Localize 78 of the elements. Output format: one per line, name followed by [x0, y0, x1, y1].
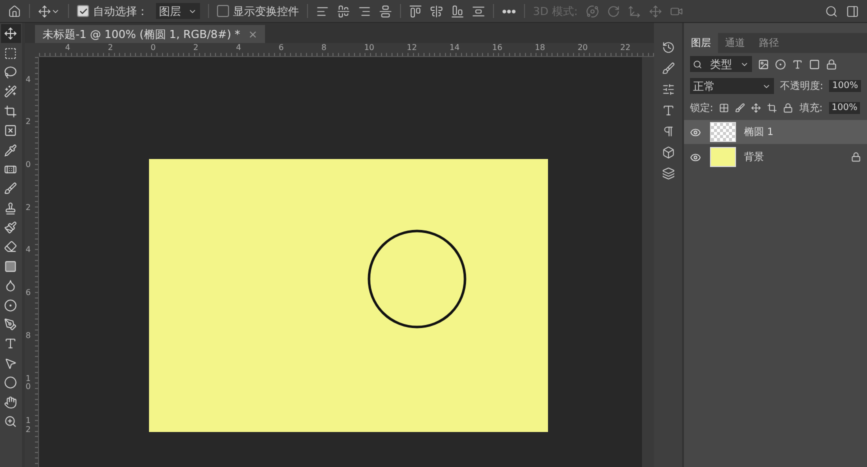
- panel-tab[interactable]: 图层: [684, 33, 718, 53]
- ruler-number: 4: [236, 44, 242, 52]
- eye-icon[interactable]: [690, 152, 702, 162]
- lock-label: 锁定:: [690, 102, 714, 115]
- type-filter-icon[interactable]: [792, 58, 803, 70]
- type-icon[interactable]: [662, 104, 675, 117]
- show-transform-checkbox[interactable]: 显示变换控件: [217, 4, 299, 18]
- target-dropdown[interactable]: 图层: [156, 3, 200, 19]
- shape-filter-icon[interactable]: [808, 58, 820, 70]
- ruler-number: 10: [26, 374, 31, 392]
- auto-select-checkbox[interactable]: 自动选择：: [77, 4, 148, 18]
- align-icon[interactable]: [316, 4, 329, 18]
- ruler-number: 4: [26, 76, 31, 84]
- align-icon[interactable]: [358, 4, 371, 18]
- image-filter-icon[interactable]: [758, 58, 769, 70]
- ruler-number: 0: [26, 161, 31, 170]
- layer-thumbnail: [710, 147, 736, 167]
- move-tool-icon[interactable]: [0, 24, 21, 44]
- layer-name: 椭圆 1: [744, 126, 774, 139]
- lock-filter-icon[interactable]: [826, 58, 837, 70]
- distribute-icon[interactable]: [472, 4, 485, 18]
- layer-row[interactable]: 椭圆 1: [684, 120, 867, 144]
- ruler-number: 12: [406, 44, 417, 52]
- fill-label: 填充:: [799, 102, 823, 115]
- opacity-label: 不透明度:: [780, 80, 824, 93]
- cube-icon[interactable]: [662, 146, 675, 159]
- fill-field[interactable]: 100%: [828, 102, 860, 114]
- search-icon: [692, 60, 702, 68]
- ruler-number: 18: [534, 44, 546, 52]
- layer-name: 背景: [744, 150, 765, 164]
- distribute-icon[interactable]: [430, 4, 443, 18]
- panel-tab[interactable]: 路径: [752, 33, 786, 53]
- lock-pixels-icon[interactable]: [719, 103, 730, 113]
- ruler-number: 8: [321, 44, 326, 52]
- search-icon[interactable]: [825, 4, 838, 18]
- align-icon[interactable]: [337, 4, 350, 18]
- rotate-icon[interactable]: [606, 4, 620, 18]
- ruler-number: 6: [278, 44, 284, 52]
- brush-icon[interactable]: [662, 62, 675, 75]
- ruler-number: 0: [150, 44, 156, 52]
- sliders-icon[interactable]: [662, 83, 675, 96]
- ruler-number: 22: [620, 44, 630, 52]
- ruler-number: 2: [108, 44, 113, 52]
- lock-move-icon[interactable]: [751, 103, 762, 113]
- ruler-number: 16: [492, 44, 502, 52]
- workspace-icon[interactable]: [846, 4, 859, 18]
- align-icon[interactable]: [379, 4, 392, 18]
- layer-row[interactable]: 背景: [684, 145, 867, 169]
- ruler-number: 14: [449, 44, 460, 52]
- ruler-number: 12: [26, 417, 31, 435]
- ruler-number: 4: [26, 246, 31, 256]
- ruler-number: 2: [26, 204, 31, 212]
- document-tab[interactable]: 未标题-1 @ 100% (椭圆 1, RGB/8#) * ×: [34, 25, 266, 43]
- history-icon[interactable]: [662, 41, 675, 54]
- panel-tab[interactable]: 通道: [718, 33, 752, 53]
- ruler-number: 10: [364, 44, 374, 52]
- home-icon[interactable]: [8, 4, 21, 18]
- distribute-icon[interactable]: [451, 4, 464, 18]
- layer-thumbnail: [710, 122, 736, 142]
- opacity-field[interactable]: 100%: [829, 80, 861, 92]
- more-button[interactable]: •••: [502, 4, 516, 18]
- filter-dropdown[interactable]: 类型: [690, 56, 752, 72]
- layers-icon[interactable]: [662, 167, 675, 180]
- orbit-icon[interactable]: [586, 4, 599, 18]
- blend-mode-dropdown[interactable]: 正常: [690, 78, 774, 94]
- eye-icon[interactable]: [690, 126, 702, 138]
- check-icon: [78, 6, 88, 16]
- ruler-number: 6: [26, 289, 31, 298]
- ruler-number: 8: [26, 332, 31, 341]
- distribute-icon[interactable]: [409, 4, 422, 18]
- lock-all-icon[interactable]: [783, 103, 794, 113]
- paragraph-icon[interactable]: [662, 125, 675, 138]
- ruler-number: 4: [65, 44, 70, 52]
- move-icon[interactable]: [38, 4, 60, 18]
- ruler-number: 2: [193, 44, 198, 52]
- lock-brush-icon[interactable]: [735, 103, 746, 113]
- ruler-number: 2: [26, 118, 31, 128]
- ruler-number: 20: [578, 44, 588, 52]
